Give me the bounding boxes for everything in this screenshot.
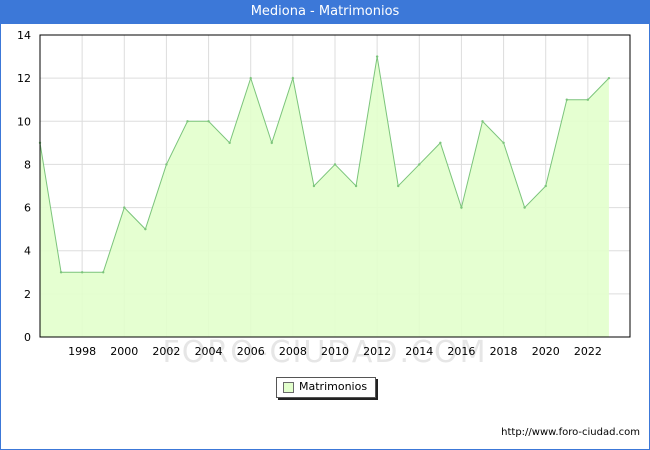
- data-point: [586, 98, 590, 101]
- legend-label: Matrimonios: [299, 380, 368, 393]
- x-tick-label: 2004: [195, 345, 223, 358]
- x-tick-label: 2014: [405, 345, 433, 358]
- data-point: [102, 271, 105, 274]
- data-point: [144, 227, 147, 231]
- x-tick-label: 2020: [532, 345, 560, 358]
- y-tick-label: 10: [17, 115, 31, 128]
- data-point: [270, 141, 273, 145]
- x-tick-label: 2008: [279, 345, 307, 358]
- y-tick-label: 6: [24, 202, 31, 215]
- data-point: [312, 184, 316, 188]
- data-point: [165, 163, 168, 166]
- data-point: [481, 120, 484, 123]
- data-point: [502, 141, 505, 145]
- y-tick-label: 0: [24, 331, 31, 344]
- data-point: [291, 76, 295, 80]
- data-point: [186, 120, 189, 123]
- data-point: [523, 206, 526, 209]
- data-point: [59, 271, 63, 274]
- x-tick-label: 2012: [363, 345, 391, 358]
- data-point: [397, 184, 400, 188]
- data-point: [354, 184, 358, 188]
- data-point: [375, 55, 379, 58]
- data-point: [439, 141, 442, 145]
- data-point: [80, 271, 84, 274]
- y-tick-label: 14: [17, 29, 31, 42]
- source-url: http://www.foro-ciudad.com: [501, 427, 640, 438]
- x-tick-label: 2000: [110, 345, 138, 358]
- legend-swatch: [283, 382, 294, 393]
- data-point: [544, 184, 547, 188]
- data-point: [565, 98, 568, 101]
- x-tick-label: 2018: [490, 345, 518, 358]
- y-tick-label: 2: [24, 288, 31, 301]
- data-point: [228, 141, 231, 145]
- x-tick-label: 1998: [68, 345, 96, 358]
- data-point: [249, 76, 252, 80]
- data-point: [123, 206, 126, 209]
- y-tick-label: 8: [24, 158, 31, 171]
- x-tick-label: 2022: [574, 345, 602, 358]
- legend: Matrimonios: [276, 377, 376, 398]
- data-point: [418, 163, 421, 166]
- x-tick-label: 2016: [447, 345, 475, 358]
- data-point: [607, 76, 611, 80]
- data-point: [333, 163, 337, 166]
- x-tick-label: 2002: [152, 345, 180, 358]
- x-tick-label: 2010: [321, 345, 349, 358]
- x-tick-label: 2006: [237, 345, 265, 358]
- y-tick-label: 4: [24, 245, 31, 258]
- data-point: [207, 120, 210, 123]
- y-tick-label: 12: [17, 72, 31, 85]
- data-point: [460, 206, 463, 209]
